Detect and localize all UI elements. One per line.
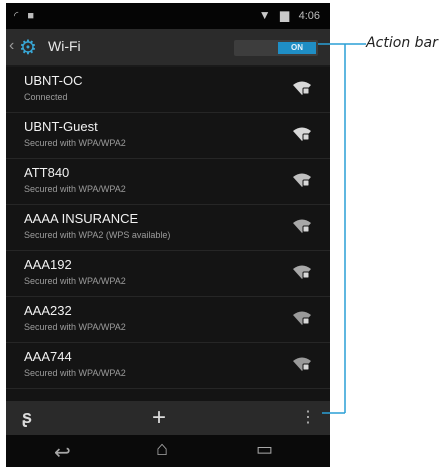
wifi-signal-icon: [293, 81, 311, 95]
network-status: Secured with WPA/WPA2: [24, 368, 126, 378]
callout-label: Action bar: [366, 35, 438, 51]
wifi-signal-icon: [293, 357, 311, 371]
action-bar: ‹ ⚙ Wi-Fi ON: [6, 29, 330, 67]
status-bar: ◜ ■ ▼ ▆ 4:06: [6, 3, 330, 29]
network-status: Secured with WPA/WPA2: [24, 322, 126, 332]
signal-icon: ◜: [14, 10, 19, 22]
bottom-action-bar: ʂ + ⋮: [6, 401, 330, 435]
navigation-bar: ↩ ⌂ ▭: [6, 435, 330, 467]
network-item[interactable]: UBNT-Guest Secured with WPA/WPA2: [6, 113, 330, 159]
network-item[interactable]: ATT840 Secured with WPA/WPA2: [6, 159, 330, 205]
wifi-signal-icon: [293, 219, 311, 233]
up-caret-icon[interactable]: ‹: [9, 37, 14, 55]
status-time: 4:06: [298, 10, 320, 22]
network-status: Secured with WPA/WPA2: [24, 138, 126, 148]
notification-icon: ■: [27, 10, 34, 22]
wifi-signal-icon: [293, 265, 311, 279]
network-name: UBNT-Guest: [24, 119, 98, 134]
network-status: Secured with WPA/WPA2: [24, 184, 126, 194]
network-list: UBNT-OC Connected UBNT-Guest Secured wit…: [6, 67, 330, 397]
wifi-signal-icon: [293, 127, 311, 141]
overflow-menu-icon[interactable]: ⋮: [300, 407, 316, 427]
back-icon[interactable]: ↩: [54, 440, 71, 465]
home-icon[interactable]: ⌂: [156, 438, 168, 461]
wifi-toggle[interactable]: ON: [234, 40, 318, 56]
network-name: UBNT-OC: [24, 73, 83, 88]
network-item[interactable]: AAA744 Secured with WPA/WPA2: [6, 343, 330, 389]
network-item[interactable]: AAA232 Secured with WPA/WPA2: [6, 297, 330, 343]
refresh-icon[interactable]: ʂ: [22, 407, 32, 428]
network-item[interactable]: AAA192 Secured with WPA/WPA2: [6, 251, 330, 297]
wifi-signal-icon: [293, 173, 311, 187]
add-icon[interactable]: +: [152, 404, 166, 432]
phone-screen: ◜ ■ ▼ ▆ 4:06 ‹ ⚙ Wi-Fi ON UBNT-OC Connec…: [6, 3, 330, 467]
battery-icon: ▆: [280, 8, 290, 22]
action-bar-title: Wi-Fi: [48, 38, 81, 54]
network-status: Secured with WPA2 (WPS available): [24, 230, 171, 240]
network-status: Connected: [24, 92, 68, 102]
toggle-on-label: ON: [278, 42, 316, 54]
recent-apps-icon[interactable]: ▭: [256, 439, 273, 460]
network-name: AAA192: [24, 257, 72, 272]
network-name: AAAA INSURANCE: [24, 211, 139, 226]
wifi-icon: ▼: [258, 8, 271, 22]
network-item[interactable]: AAAA INSURANCE Secured with WPA2 (WPS av…: [6, 205, 330, 251]
wifi-signal-icon: [293, 311, 311, 325]
network-item[interactable]: UBNT-OC Connected: [6, 67, 330, 113]
network-status: Secured with WPA/WPA2: [24, 276, 126, 286]
settings-gear-icon[interactable]: ⚙: [19, 35, 37, 60]
network-name: AAA232: [24, 303, 72, 318]
network-name: AAA744: [24, 349, 72, 364]
network-name: ATT840: [24, 165, 70, 180]
